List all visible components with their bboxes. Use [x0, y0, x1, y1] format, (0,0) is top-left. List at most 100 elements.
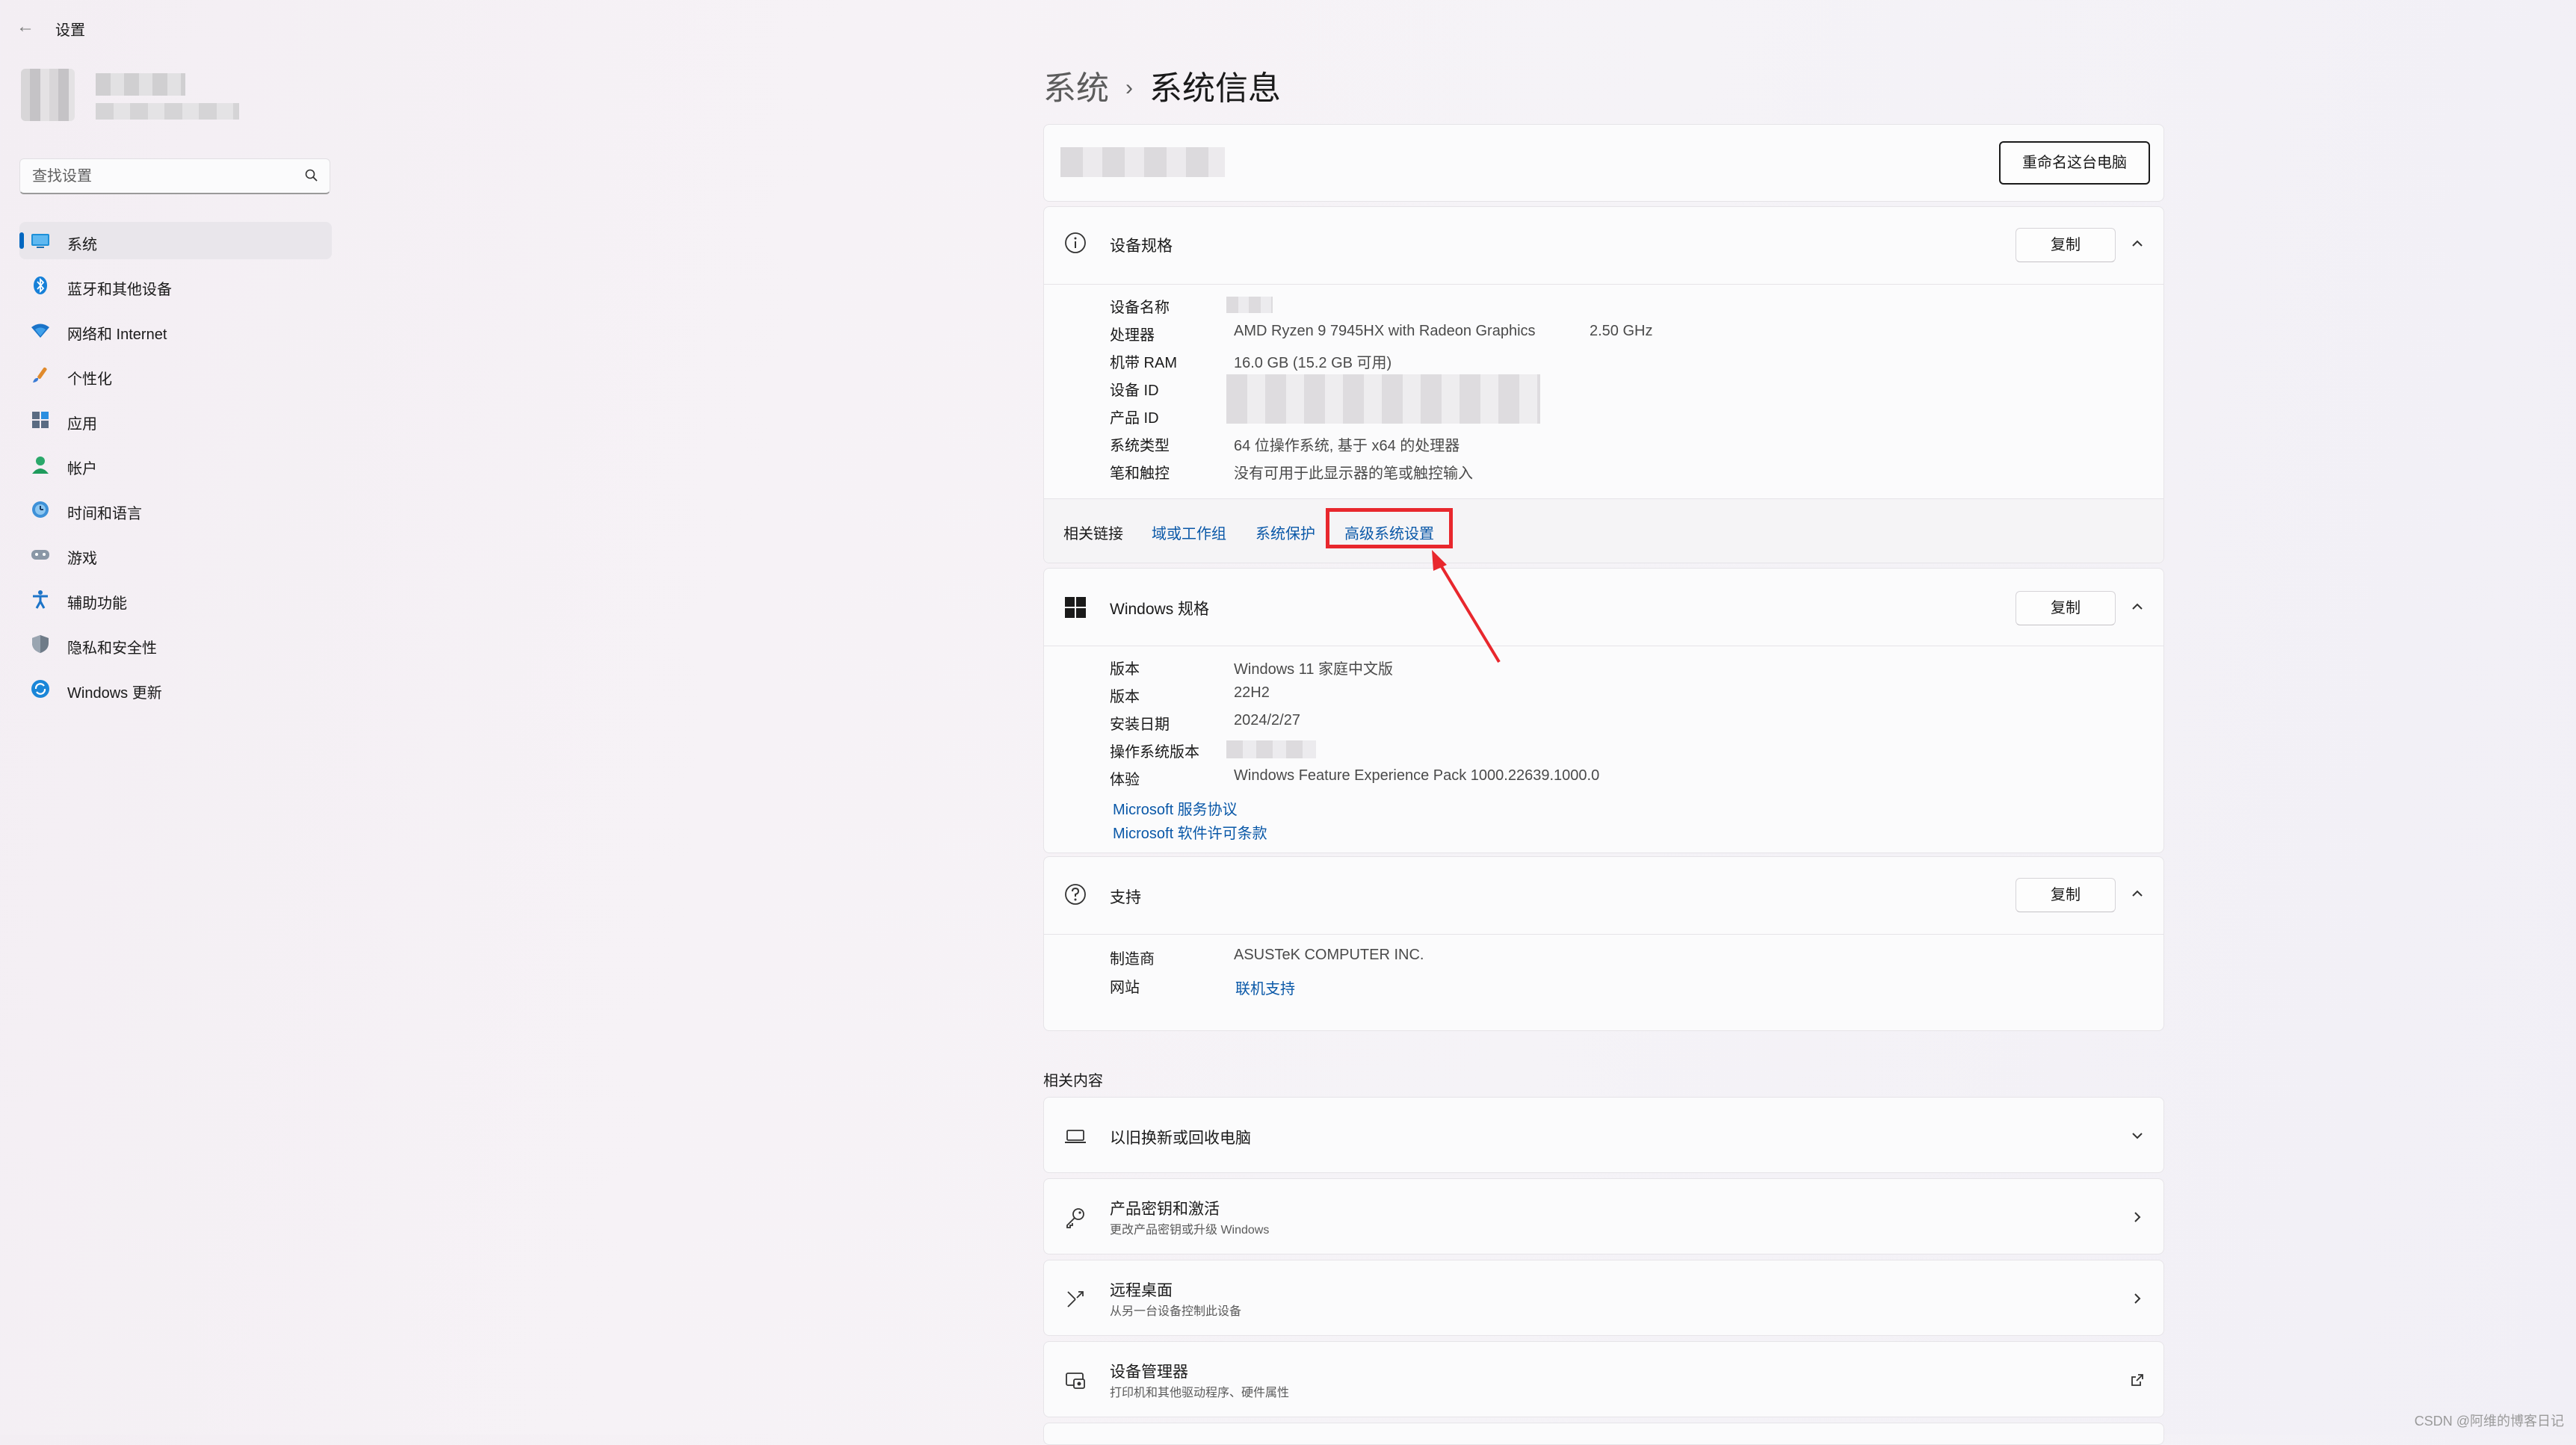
divider [1044, 284, 2163, 285]
nav-label: Windows 更新 [67, 685, 162, 702]
nav-label: 应用 [67, 416, 97, 433]
info-icon [1065, 232, 1086, 253]
related-content-heading: 相关内容 [1043, 1073, 1103, 1089]
nav-item-accessibility[interactable]: 辅助功能 [19, 581, 332, 618]
search-input[interactable] [31, 159, 288, 194]
user-email-redacted [96, 103, 239, 120]
rename-pc-button[interactable]: 重命名这台电脑 [1999, 141, 2150, 185]
related-links-label: 相关链接 [1063, 526, 1123, 542]
spec-key: 版本 [1110, 689, 1140, 705]
device-name-redacted [1060, 147, 1225, 177]
globe-clock-icon [32, 501, 49, 518]
device-name-card: 重命名这台电脑 [1043, 124, 2164, 202]
device-manager-icon [1066, 1373, 1085, 1389]
row-title: 产品密钥和激活 [1110, 1201, 1220, 1218]
nav-label: 辅助功能 [67, 595, 127, 612]
nav-label: 时间和语言 [67, 506, 142, 522]
domain-workgroup-link[interactable]: 域或工作组 [1152, 522, 1226, 543]
spec-key: 版本 [1110, 661, 1140, 678]
avatar[interactable] [21, 69, 75, 121]
chevron-right-icon[interactable] [2129, 1209, 2146, 1225]
remote-desktop-icon [1067, 1291, 1084, 1308]
nav-item-system[interactable]: 系统 [19, 222, 332, 259]
device-manager-row[interactable]: 设备管理器 打印机和其他驱动程序、硬件属性 [1043, 1341, 2164, 1417]
windows-specs-card: Windows 规格 复制 版本 Windows 11 家庭中文版 版本 22H… [1043, 568, 2164, 853]
spec-key: 设备 ID [1110, 383, 1159, 399]
nav-label: 蓝牙和其他设备 [67, 282, 172, 298]
laptop-icon [1065, 1130, 1086, 1143]
row-title: 远程桌面 [1110, 1282, 1173, 1299]
accessibility-icon [33, 590, 48, 609]
spec-key: 设备名称 [1110, 300, 1170, 316]
nav-label: 系统 [67, 237, 97, 253]
copy-device-specs-button[interactable]: 复制 [2016, 228, 2116, 262]
chevron-up-icon[interactable] [2129, 235, 2146, 252]
watermark: CSDN @阿维的博客日记 [2414, 1414, 2564, 1429]
user-name-redacted [96, 73, 185, 96]
row-title: 设备管理器 [1110, 1364, 1188, 1381]
device-specs-card: 设备规格 复制 设备名称 处理器 AMD Ryzen 9 7945HX with… [1043, 206, 2164, 563]
nav-item-time-language[interactable]: 时间和语言 [19, 491, 332, 528]
nav-label: 帐户 [67, 461, 97, 477]
spec-key: 操作系统版本 [1110, 744, 1199, 761]
nav-item-bluetooth[interactable]: 蓝牙和其他设备 [19, 267, 332, 304]
search-icon[interactable] [304, 168, 319, 183]
spec-value: 没有可用于此显示器的笔或触控输入 [1234, 465, 1473, 482]
chevron-up-icon[interactable] [2129, 885, 2146, 902]
spec-value: 2024/2/27 [1234, 712, 1300, 728]
search-box[interactable] [19, 158, 330, 194]
nav-label: 游戏 [67, 551, 97, 567]
product-key-activation-row[interactable]: 产品密钥和激活 更改产品密钥或升级 Windows [1043, 1178, 2164, 1254]
remote-desktop-row[interactable]: 远程桌面 从另一台设备控制此设备 [1043, 1260, 2164, 1336]
spec-key: 体验 [1110, 772, 1140, 788]
spec-value: ASUSTeK COMPUTER INC. [1234, 947, 1424, 963]
windows-logo-icon [1065, 597, 1086, 618]
spec-key: 处理器 [1110, 327, 1155, 344]
apps-icon [32, 412, 49, 428]
breadcrumb: 系统 › 系统信息 [1043, 61, 1281, 109]
brush-icon [33, 367, 47, 383]
nav-label: 网络和 Internet [67, 327, 167, 343]
row-subtitle: 更改产品密钥或升级 Windows [1110, 1224, 1270, 1237]
open-external-icon[interactable] [2129, 1372, 2146, 1388]
nav-item-privacy[interactable]: 隐私和安全性 [19, 625, 332, 663]
divider [1044, 934, 2163, 935]
spec-key: 系统类型 [1110, 438, 1170, 454]
key-icon [1066, 1208, 1084, 1228]
spec-key: 笔和触控 [1110, 465, 1170, 482]
nav-item-accounts[interactable]: 帐户 [19, 446, 332, 483]
row-subtitle: 从另一台设备控制此设备 [1110, 1305, 1242, 1318]
back-arrow-icon[interactable]: ← [16, 16, 37, 37]
wifi-icon [31, 324, 49, 338]
nav-item-gaming[interactable]: 游戏 [19, 536, 332, 573]
spec-value: 64 位操作系统, 基于 x64 的处理器 [1234, 438, 1460, 454]
spec-key: 制造商 [1110, 951, 1155, 968]
breadcrumb-parent[interactable]: 系统 [1043, 70, 1109, 107]
spec-key: 网站 [1110, 980, 1140, 996]
chevron-up-icon[interactable] [2129, 598, 2146, 615]
highlight-box [1326, 508, 1453, 548]
spec-value: Windows Feature Experience Pack 1000.226… [1234, 767, 1600, 784]
related-links-bar: 相关链接 域或工作组 系统保护 高级系统设置 [1044, 499, 2163, 563]
device-product-id-redacted [1226, 374, 1540, 424]
system-protection-link[interactable]: 系统保护 [1255, 522, 1315, 543]
copy-windows-specs-button[interactable]: 复制 [2016, 591, 2116, 625]
ms-license-terms-link[interactable]: Microsoft 软件许可条款 [1113, 821, 1267, 843]
nav-item-apps[interactable]: 应用 [19, 401, 332, 439]
device-name-value-redacted [1226, 297, 1273, 313]
copy-support-button[interactable]: 复制 [2016, 878, 2116, 912]
nav-item-network[interactable]: 网络和 Internet [19, 312, 332, 349]
account-icon [32, 457, 49, 474]
chevron-down-icon[interactable] [2129, 1127, 2146, 1144]
windows-specs-title: Windows 规格 [1110, 601, 1210, 618]
bluetooth-icon [34, 276, 47, 294]
ms-services-agreement-link[interactable]: Microsoft 服务协议 [1113, 797, 1238, 819]
nav-item-windows-update[interactable]: Windows 更新 [19, 670, 332, 708]
nav-item-personalization[interactable]: 个性化 [19, 356, 332, 394]
spec-key: 产品 ID [1110, 410, 1159, 427]
online-support-link[interactable]: 联机支持 [1235, 977, 1295, 998]
trade-in-recycle-row[interactable]: 以旧换新或回收电脑 [1043, 1097, 2164, 1173]
row-title: 以旧换新或回收电脑 [1110, 1130, 1251, 1147]
monitor-icon [31, 234, 49, 248]
chevron-right-icon[interactable] [2129, 1290, 2146, 1307]
